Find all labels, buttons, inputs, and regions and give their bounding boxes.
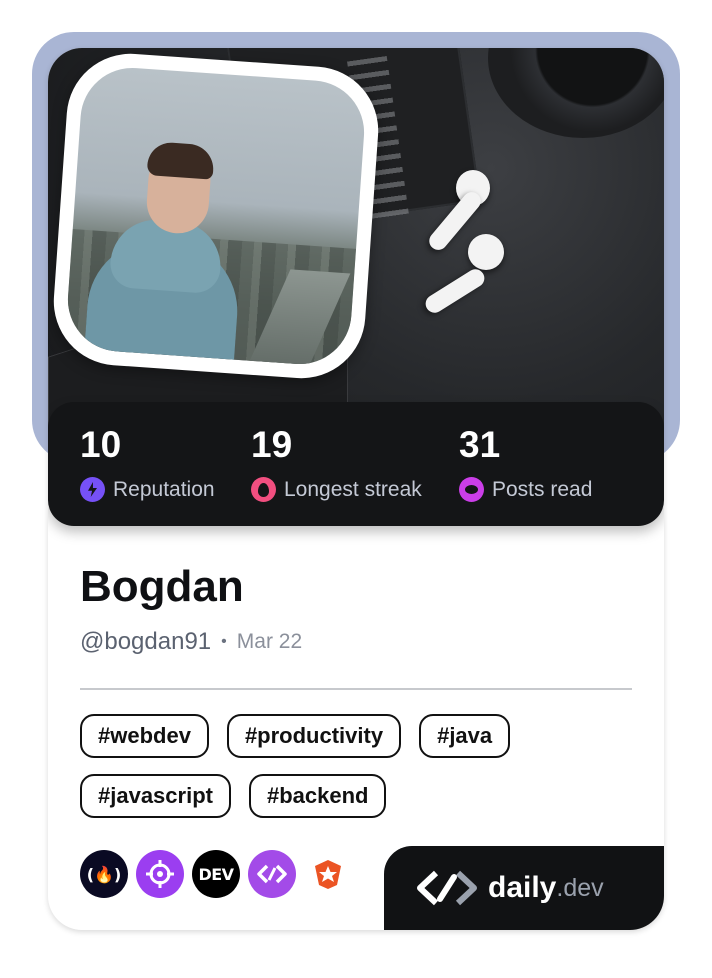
divider bbox=[80, 688, 632, 690]
avatar-photo bbox=[64, 64, 368, 368]
tag-backend[interactable]: #backend bbox=[248, 774, 387, 818]
daily-dev-source-icon[interactable] bbox=[248, 850, 296, 898]
tag-java[interactable]: #java bbox=[419, 714, 511, 758]
separator-dot: • bbox=[221, 633, 227, 650]
eye-icon bbox=[459, 477, 484, 502]
reputation-label: Reputation bbox=[113, 477, 215, 501]
profile-meta: @bogdan91 • Mar 22 bbox=[80, 628, 302, 656]
streak-label: Longest streak bbox=[284, 477, 422, 501]
tag-webdev[interactable]: #webdev bbox=[80, 714, 209, 758]
joined-date: Mar 22 bbox=[236, 630, 303, 653]
reputation-value: 10 bbox=[80, 424, 122, 465]
brand-name: daily bbox=[488, 871, 557, 904]
daily-dev-logo: daily .dev bbox=[384, 846, 664, 930]
daily-dev-logo-icon bbox=[417, 870, 477, 906]
freecodecamp-icon[interactable]: (🔥) bbox=[80, 850, 128, 898]
source-list: (🔥) DEV bbox=[80, 850, 352, 898]
flame-icon bbox=[251, 477, 276, 502]
avatar bbox=[49, 49, 383, 383]
streak-value: 19 bbox=[251, 424, 293, 465]
stat-longest-streak: 19 Longest streak bbox=[251, 426, 422, 502]
auth0-icon[interactable] bbox=[304, 850, 352, 898]
tag-javascript[interactable]: #javascript bbox=[80, 774, 231, 818]
profile-handle: @bogdan91 bbox=[80, 628, 212, 655]
tag-productivity[interactable]: #productivity bbox=[226, 714, 402, 758]
stat-reputation: 10 Reputation bbox=[80, 426, 215, 502]
posts-read-label: Posts read bbox=[492, 477, 593, 501]
brand-suffix: .dev bbox=[556, 873, 604, 902]
dev-icon[interactable]: DEV bbox=[192, 850, 240, 898]
cover-image bbox=[48, 48, 664, 448]
crosshair-icon[interactable] bbox=[136, 850, 184, 898]
stats-bar: 10 Reputation 19 Longest streak 31 Posts… bbox=[48, 402, 664, 526]
posts-read-value: 31 bbox=[459, 424, 501, 465]
tag-list: #webdev #productivity #java #javascript … bbox=[80, 714, 640, 818]
stat-posts-read: 31 Posts read bbox=[459, 426, 592, 502]
profile-name: Bogdan bbox=[80, 562, 244, 611]
bolt-icon bbox=[80, 477, 105, 502]
devcard: 10 Reputation 19 Longest streak 31 Posts… bbox=[48, 48, 664, 930]
